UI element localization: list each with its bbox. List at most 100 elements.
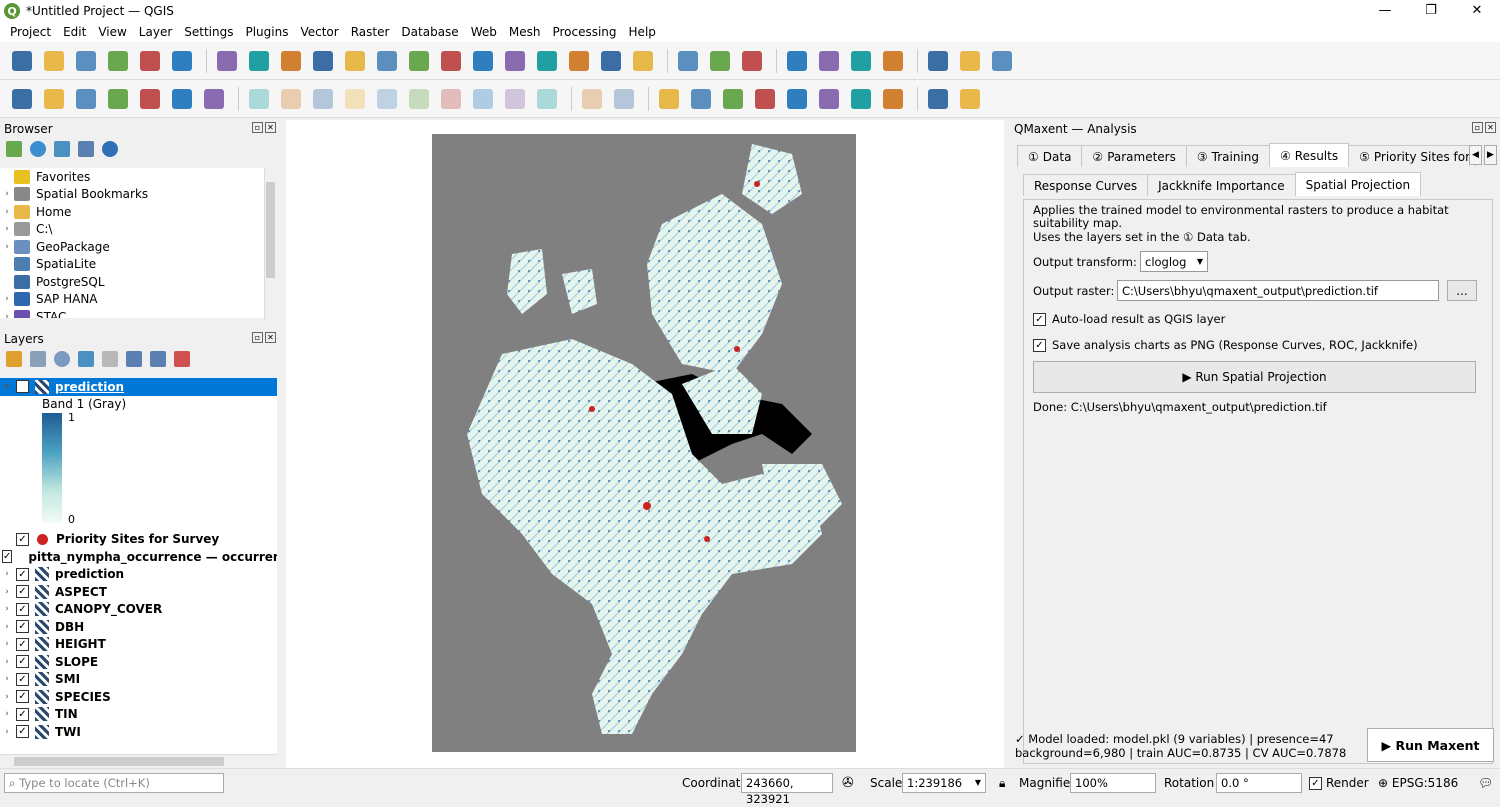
expand-arrow-icon[interactable]: › xyxy=(0,622,14,632)
zoom-to-layer-icon[interactable] xyxy=(405,47,433,75)
layer-visibility-checkbox[interactable]: ✓ xyxy=(16,725,29,739)
expand-arrow-icon[interactable]: › xyxy=(0,294,14,304)
scale-field[interactable]: 1:239186 ▼ xyxy=(902,773,986,793)
toggle-extents-icon[interactable]: ✇ xyxy=(842,774,854,792)
tab-data[interactable]: ① Data xyxy=(1017,145,1083,167)
help-icon[interactable] xyxy=(956,85,984,113)
vertex-tool-icon[interactable] xyxy=(373,85,401,113)
edit-toggle-icon[interactable] xyxy=(245,85,273,113)
expand-arrow-icon[interactable]: › xyxy=(0,674,14,684)
undo-icon[interactable] xyxy=(578,85,606,113)
menu-raster[interactable]: Raster xyxy=(345,22,396,42)
rotation-field[interactable]: 0.0 ° xyxy=(1216,773,1302,793)
expand-arrow-icon[interactable]: › xyxy=(0,587,14,597)
layer-visibility-checkbox[interactable]: ✓ xyxy=(16,620,29,634)
float-panel-button[interactable]: ▫ xyxy=(252,332,263,343)
zoom-full-icon[interactable] xyxy=(341,47,369,75)
filter-expression-icon[interactable] xyxy=(102,351,118,367)
coordinate-field[interactable]: 243660, 323921 xyxy=(741,773,833,806)
layer-visibility-checkbox[interactable]: ✓ xyxy=(16,655,29,669)
digitize-icon[interactable] xyxy=(341,85,369,113)
output-transform-select[interactable]: cloglog ▼ xyxy=(1140,251,1208,272)
browser-item[interactable]: › Home xyxy=(0,203,264,221)
browser-item[interactable]: › STAC xyxy=(0,308,264,318)
crs-button[interactable]: ⊕ EPSG:5186 xyxy=(1378,774,1458,792)
new-shapefile-icon[interactable] xyxy=(72,85,100,113)
refresh-icon[interactable] xyxy=(629,47,657,75)
autoload-checkbox[interactable]: ✓ Auto-load result as QGIS layer xyxy=(1033,312,1225,326)
zoom-in-icon[interactable] xyxy=(277,47,305,75)
expand-arrow-icon[interactable]: › xyxy=(0,569,14,579)
save-charts-checkbox[interactable]: ✓ Save analysis charts as PNG (Response … xyxy=(1033,338,1418,352)
menu-help[interactable]: Help xyxy=(623,22,662,42)
new-spatialite-icon[interactable] xyxy=(104,85,132,113)
expand-arrow-icon[interactable]: › xyxy=(0,189,14,199)
close-panel-button[interactable]: ✕ xyxy=(1485,122,1496,133)
messages-icon[interactable]: 💬︎ xyxy=(1478,774,1493,792)
layer-row[interactable]: › ✓ SMI xyxy=(0,671,277,689)
prediction-raster-map[interactable] xyxy=(432,134,856,752)
zoom-native-icon[interactable] xyxy=(437,47,465,75)
python-console-icon[interactable] xyxy=(924,85,952,113)
minimize-button[interactable]: — xyxy=(1362,0,1408,22)
label-change-icon[interactable] xyxy=(847,85,875,113)
menu-vector[interactable]: Vector xyxy=(294,22,344,42)
subtab-spatial-projection[interactable]: Spatial Projection xyxy=(1294,172,1422,196)
tab-priority-sites-for-s[interactable]: ⑤ Priority Sites for S xyxy=(1348,145,1477,167)
processing-toolbox-icon[interactable] xyxy=(847,47,875,75)
menu-edit[interactable]: Edit xyxy=(57,22,92,42)
close-button[interactable]: ✕ xyxy=(1454,0,1500,22)
show-bookmarks-icon[interactable] xyxy=(565,47,593,75)
layer-visibility-checkbox[interactable]: ✓ xyxy=(16,567,29,581)
layer-row[interactable]: ▾ ✓ prediction xyxy=(0,378,277,396)
label-move-icon[interactable] xyxy=(783,85,811,113)
expand-arrow-icon[interactable]: › xyxy=(0,709,14,719)
open-project-icon[interactable] xyxy=(40,47,68,75)
collapse-all-icon[interactable] xyxy=(150,351,166,367)
collapse-all-icon[interactable] xyxy=(78,141,94,157)
expand-arrow-icon[interactable]: › xyxy=(0,657,14,667)
expand-arrow-icon[interactable]: › xyxy=(0,207,14,217)
menu-processing[interactable]: Processing xyxy=(546,22,622,42)
save-edits-icon[interactable] xyxy=(309,85,337,113)
new-virtual-layer-icon[interactable] xyxy=(168,85,196,113)
new-bookmark-icon[interactable] xyxy=(533,47,561,75)
menu-view[interactable]: View xyxy=(92,22,132,42)
locate-input[interactable]: ⌕ Type to locate (Ctrl+K) xyxy=(4,773,224,793)
filter-legend-icon[interactable] xyxy=(78,351,94,367)
layer-row[interactable]: › ✓ DBH xyxy=(0,618,277,636)
new-geopackage-icon[interactable] xyxy=(40,85,68,113)
expand-arrow-icon[interactable]: › xyxy=(0,639,14,649)
diagram-icon[interactable] xyxy=(879,85,907,113)
browser-item[interactable]: Favorites xyxy=(0,168,264,186)
expand-arrow-icon[interactable]: › xyxy=(0,692,14,702)
cut-features-icon[interactable] xyxy=(469,85,497,113)
expand-arrow-icon[interactable]: › xyxy=(0,727,14,737)
tab-scroll-right-button[interactable]: ▶ xyxy=(1484,145,1497,165)
open-attribute-table-icon[interactable] xyxy=(738,47,766,75)
current-edits-icon[interactable] xyxy=(277,85,305,113)
modify-attributes-icon[interactable] xyxy=(405,85,433,113)
checkbox-checked-icon[interactable]: ✓ xyxy=(1033,312,1046,326)
copy-features-icon[interactable] xyxy=(501,85,529,113)
tab-scroll-left-button[interactable]: ◀ xyxy=(1469,145,1482,165)
temporal-controller-icon[interactable] xyxy=(597,47,625,75)
filter-icon[interactable] xyxy=(54,141,70,157)
zoom-last-icon[interactable] xyxy=(469,47,497,75)
layer-row[interactable]: › ✓ CANOPY_COVER xyxy=(0,601,277,619)
layer-visibility-checkbox[interactable]: ✓ xyxy=(16,585,29,599)
annotation-icon[interactable] xyxy=(956,47,984,75)
checkbox-checked-icon[interactable]: ✓ xyxy=(1033,338,1046,352)
menu-database[interactable]: Database xyxy=(395,22,464,42)
layer-row[interactable]: › ✓ TIN xyxy=(0,706,277,724)
redo-icon[interactable] xyxy=(610,85,638,113)
tab-training[interactable]: ③ Training xyxy=(1185,145,1270,167)
layer-visibility-checkbox[interactable]: ✓ xyxy=(16,637,29,651)
subtab-jackknife-importance[interactable]: Jackknife Importance xyxy=(1147,174,1296,196)
menu-settings[interactable]: Settings xyxy=(178,22,239,42)
close-panel-button[interactable]: ✕ xyxy=(265,122,276,133)
add-group-icon[interactable] xyxy=(30,351,46,367)
zoom-out-icon[interactable] xyxy=(309,47,337,75)
browser-item[interactable]: › C:\ xyxy=(0,221,264,239)
new-print-layout-icon[interactable] xyxy=(104,47,132,75)
